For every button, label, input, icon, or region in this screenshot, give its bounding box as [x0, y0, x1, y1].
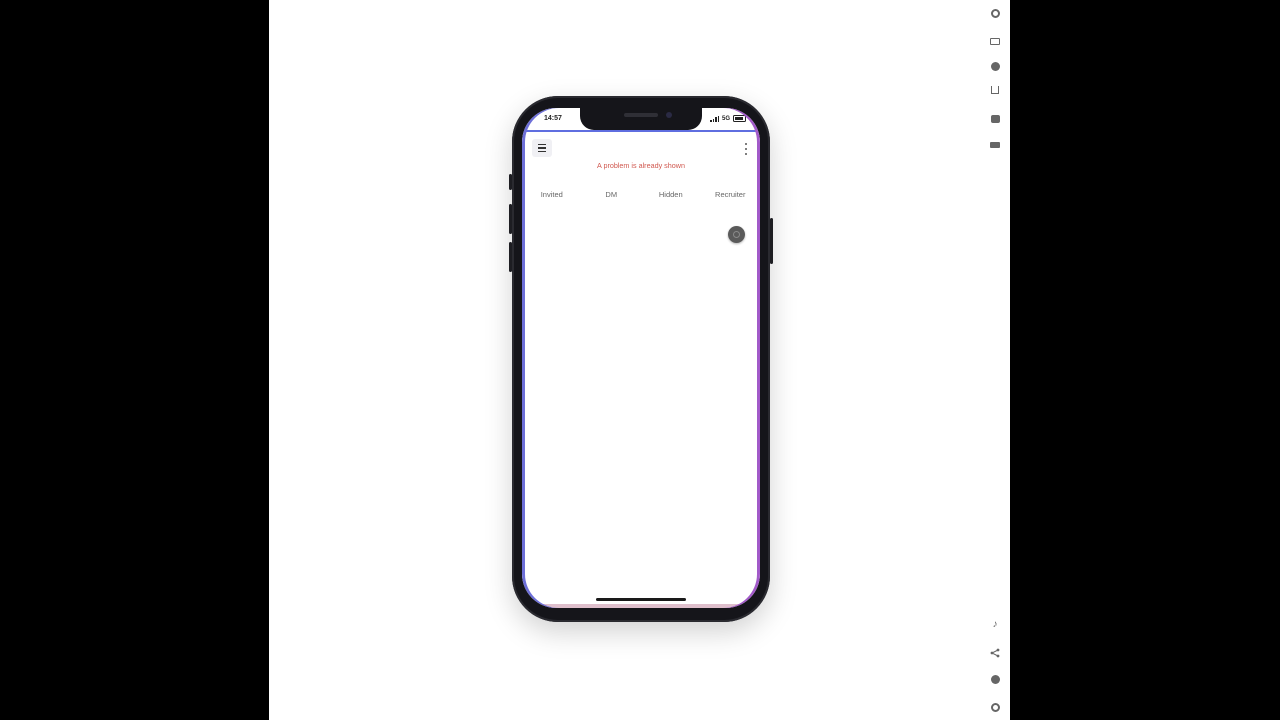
accent-bar [522, 130, 760, 132]
rotate-icon[interactable] [990, 36, 1000, 46]
help-icon[interactable] [990, 674, 1000, 684]
emulator-stage: 14:57 5G A problem is already shown Invi… [269, 0, 1010, 720]
emulator-toolbar: ♪ [980, 0, 1010, 720]
status-time: 14:57 [544, 115, 562, 122]
video-icon[interactable] [990, 140, 1000, 150]
phone-screen: 14:57 5G A problem is already shown Invi… [522, 108, 760, 608]
tab-recruiter[interactable]: Recruiter [701, 186, 761, 204]
front-camera [666, 112, 672, 118]
home-indicator[interactable] [596, 598, 686, 601]
share-icon[interactable] [990, 648, 1000, 658]
phone-frame: 14:57 5G A problem is already shown Invi… [509, 96, 773, 622]
home-icon[interactable] [990, 85, 1000, 95]
app-toolbar [522, 139, 760, 159]
mute-switch [509, 174, 512, 190]
tab-invited[interactable]: Invited [522, 186, 582, 204]
hamburger-menu-icon[interactable] [532, 139, 552, 157]
speaker-grille [624, 113, 658, 117]
camera-icon[interactable] [990, 114, 1000, 124]
screen-edge-glow [522, 108, 760, 608]
more-options-icon[interactable] [744, 143, 748, 155]
volume-down-button [509, 242, 512, 272]
power-button [770, 218, 773, 264]
tab-dm[interactable]: DM [582, 186, 642, 204]
gear-icon[interactable] [990, 8, 1000, 18]
tab-hidden[interactable]: Hidden [641, 186, 701, 204]
signal-icon [710, 115, 719, 122]
status-right: 5G [710, 115, 746, 122]
volume-up-button [509, 204, 512, 234]
music-icon[interactable]: ♪ [990, 620, 1000, 630]
settings-icon[interactable] [990, 702, 1000, 712]
problem-notice: A problem is already shown [597, 161, 685, 170]
record-icon[interactable] [990, 61, 1000, 71]
bottom-edge-tint [522, 604, 760, 608]
battery-icon [733, 115, 746, 122]
floating-action-button[interactable] [728, 226, 745, 243]
tab-bar: Invited DM Hidden Recruiter [522, 186, 760, 204]
network-label: 5G [721, 115, 730, 122]
notch [580, 108, 702, 130]
